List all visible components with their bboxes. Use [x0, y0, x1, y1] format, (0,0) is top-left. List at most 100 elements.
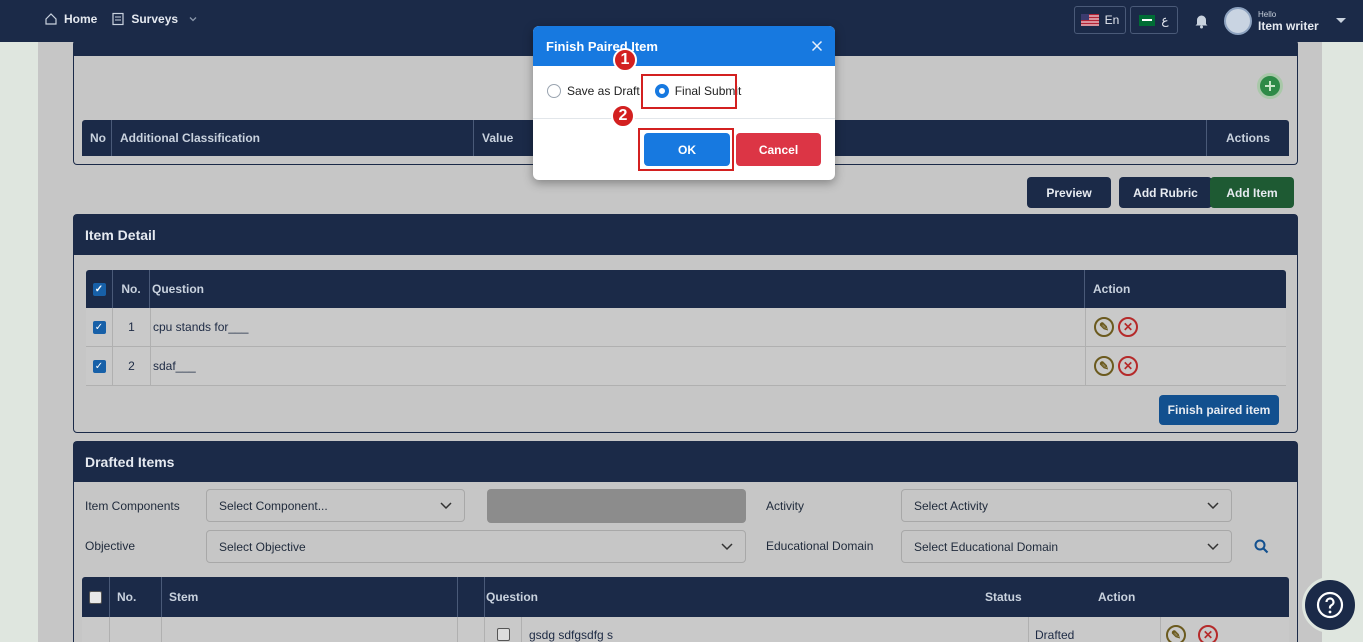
activity-value: Select Activity — [914, 498, 989, 513]
row-actions: ✎ ✕ — [1085, 308, 1286, 346]
chevron-down-icon[interactable] — [188, 14, 198, 24]
search-icon[interactable] — [1254, 539, 1269, 554]
row-question: gsdg sdfgsdfg s — [529, 627, 614, 642]
finish-paired-item-button[interactable]: Finish paired item — [1159, 395, 1279, 425]
user-name: Item writer — [1258, 18, 1319, 33]
nav-surveys[interactable]: Surveys — [131, 12, 178, 26]
item-components-select[interactable]: Select Component... — [206, 489, 465, 522]
select-all-checkbox[interactable] — [89, 590, 102, 604]
col-status: Status — [985, 590, 1022, 604]
row-spacer — [458, 617, 485, 642]
final-submit-highlight — [641, 74, 737, 109]
add-rubric-button[interactable]: Add Rubric — [1119, 177, 1212, 208]
caret-down-icon[interactable] — [1335, 17, 1347, 25]
row-check-cell — [485, 617, 522, 642]
document-icon[interactable] — [111, 12, 125, 26]
col-stem: Stem — [162, 577, 458, 617]
row-select-cell: ✓ — [86, 347, 113, 385]
close-icon[interactable] — [811, 40, 823, 52]
avatar — [1224, 7, 1252, 35]
table-row: gsdg sdfgsdfg s Drafted ✎ ✕ — [82, 617, 1289, 642]
row-checkbox[interactable]: ✓ — [92, 359, 106, 373]
row-no: 1 — [128, 320, 135, 334]
x-circle-icon[interactable]: ✕ — [1198, 624, 1218, 642]
objective-value: Select Objective — [219, 539, 306, 554]
educational-domain-value: Select Educational Domain — [914, 539, 1059, 554]
cancel-button[interactable]: Cancel — [736, 133, 821, 166]
preview-button[interactable]: Preview — [1027, 177, 1111, 208]
col-spacer — [458, 577, 485, 617]
col-no: No — [82, 120, 112, 156]
lang-en-button[interactable]: En — [1074, 6, 1126, 34]
item-components-label: Item Components — [85, 499, 180, 513]
item-detail-title: Item Detail — [74, 215, 1297, 255]
add-classification-button[interactable] — [1257, 73, 1283, 99]
nav-home[interactable]: Home — [64, 12, 97, 26]
row-actions: ✎ ✕ — [1161, 624, 1289, 642]
pencil-icon[interactable]: ✎ — [1094, 317, 1114, 337]
item-detail-card: Item Detail ✓ No. Question Action ✓ 1 cp… — [73, 214, 1298, 433]
help-button[interactable] — [1302, 577, 1358, 633]
chevron-down-icon — [1207, 501, 1219, 509]
pencil-icon[interactable]: ✎ — [1166, 624, 1186, 642]
table-row: ✓ 2 sdaf___ ✎ ✕ — [86, 347, 1286, 386]
row-select-cell: ✓ — [86, 308, 113, 346]
row-checkbox[interactable] — [496, 628, 510, 641]
drafted-items-title: Drafted Items — [74, 442, 1297, 482]
home-icon[interactable] — [44, 12, 58, 26]
col-actions: Actions — [1225, 131, 1270, 145]
disabled-field — [487, 489, 746, 523]
step-marker-1: 1 — [613, 48, 637, 72]
dialog-divider — [533, 118, 835, 119]
nav-links: Home Surveys — [44, 12, 198, 26]
lang-ar-button[interactable]: ع — [1130, 6, 1178, 34]
bell-icon[interactable] — [1194, 13, 1209, 29]
select-all-checkbox[interactable]: ✓ — [92, 282, 106, 296]
question-icon — [1316, 591, 1344, 619]
lang-ar-label: ع — [1161, 13, 1169, 27]
activity-select[interactable]: Select Activity — [901, 489, 1232, 522]
educational-domain-label: Educational Domain — [766, 539, 874, 553]
chevron-down-icon — [721, 542, 733, 550]
row-select-cell — [82, 617, 110, 642]
drafted-items-card: Drafted Items Item Components Select Com… — [73, 441, 1298, 642]
table-row: ✓ 1 cpu stands for___ ✎ ✕ — [86, 308, 1286, 347]
select-all-cell — [82, 577, 110, 617]
user-menu[interactable]: Hello Item writer — [1224, 6, 1347, 36]
sa-flag-icon — [1139, 14, 1156, 26]
col-additional-classification: Additional Classification — [112, 120, 474, 156]
drafted-table-header: No. Stem Question Status Action — [82, 577, 1289, 617]
row-no — [110, 617, 162, 642]
item-detail-table-header: ✓ No. Question Action — [86, 270, 1286, 308]
col-question: Question — [150, 270, 1085, 308]
pencil-icon[interactable]: ✎ — [1094, 356, 1114, 376]
add-item-button[interactable]: Add Item — [1210, 177, 1294, 208]
ok-highlight — [638, 128, 734, 171]
item-components-value: Select Component... — [219, 498, 328, 513]
row-no: 2 — [128, 359, 135, 373]
us-flag-icon — [1080, 14, 1099, 26]
row-question: sdaf___ — [150, 347, 1085, 385]
save-as-draft-radio[interactable] — [547, 84, 561, 98]
row-question: cpu stands for___ — [150, 308, 1085, 346]
activity-label: Activity — [766, 499, 805, 513]
col-action: Action — [1098, 590, 1136, 604]
dialog-header: Finish Paired Item — [533, 26, 835, 66]
save-as-draft-label[interactable]: Save as Draft — [567, 84, 640, 98]
col-question: Question — [486, 590, 539, 604]
row-actions: ✎ ✕ — [1085, 347, 1286, 385]
row-stem — [162, 617, 458, 642]
educational-domain-select[interactable]: Select Educational Domain — [901, 530, 1232, 563]
dialog-title: Finish Paired Item — [546, 38, 658, 54]
user-text: Hello Item writer — [1258, 10, 1319, 33]
row-checkbox[interactable]: ✓ — [92, 320, 106, 334]
col-action: Action — [1093, 282, 1131, 296]
col-no: No. — [113, 270, 150, 308]
plus-icon — [1265, 81, 1275, 91]
col-no: No. — [110, 577, 162, 617]
objective-select[interactable]: Select Objective — [206, 530, 746, 563]
x-circle-icon[interactable]: ✕ — [1118, 317, 1138, 337]
chevron-down-icon — [440, 501, 452, 509]
x-circle-icon[interactable]: ✕ — [1118, 356, 1138, 376]
lang-en-label: En — [1104, 13, 1120, 27]
